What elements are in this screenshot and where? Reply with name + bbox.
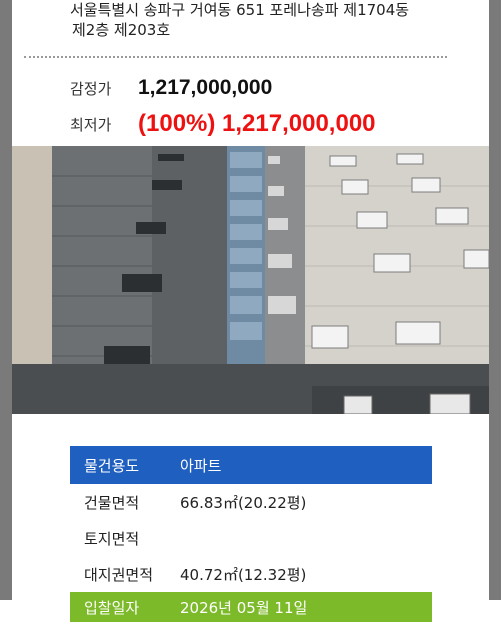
land-right-area-label: 대지권면적 [84,565,154,584]
land-right-area-value: 40.72㎡(12.32평) [180,565,307,584]
property-photo[interactable] [12,146,489,414]
address-line-1: 서울특별시 송파구 거여동 651 포레나송파 제1704동 [70,1,410,19]
building-photo-illustration [12,146,489,414]
minimum-label: 최저가 [70,115,112,134]
left-margin [0,0,12,600]
land-area-label: 토지면적 [84,529,140,548]
appraisal-label: 감정가 [70,79,112,98]
usage-row: 물건용도 아파트 [70,446,432,484]
dotted-divider [24,56,447,58]
minimum-value: (100%) 1,217,000,000 [138,110,376,137]
appraisal-price-row: 감정가 1,217,000,000 [70,76,272,100]
right-margin [489,0,501,600]
land-right-area-row: 대지권면적 40.72㎡(12.32평) [70,556,432,592]
address-line-2: 제2층 제203호 [72,21,171,39]
usage-label: 물건용도 [84,456,140,475]
minimum-price-row: 최저가 (100%) 1,217,000,000 [70,110,376,138]
property-address: 서울특별시 송파구 거여동 651 포레나송파 제1704동 제2층 제203호 [70,0,470,40]
usage-value: 아파트 [180,456,222,475]
land-area-row: 토지면적 [70,520,432,556]
auction-date-row: 입찰일자 2026년 05월 11일 [70,592,432,622]
building-area-row: 건물면적 66.83㎡(20.22평) [70,484,432,520]
property-details: 물건용도 아파트 건물면적 66.83㎡(20.22평) 토지면적 대지권면적 … [70,446,432,622]
appraisal-value: 1,217,000,000 [138,76,273,99]
building-area-value: 66.83㎡(20.22평) [180,493,307,512]
building-area-label: 건물면적 [84,493,140,512]
